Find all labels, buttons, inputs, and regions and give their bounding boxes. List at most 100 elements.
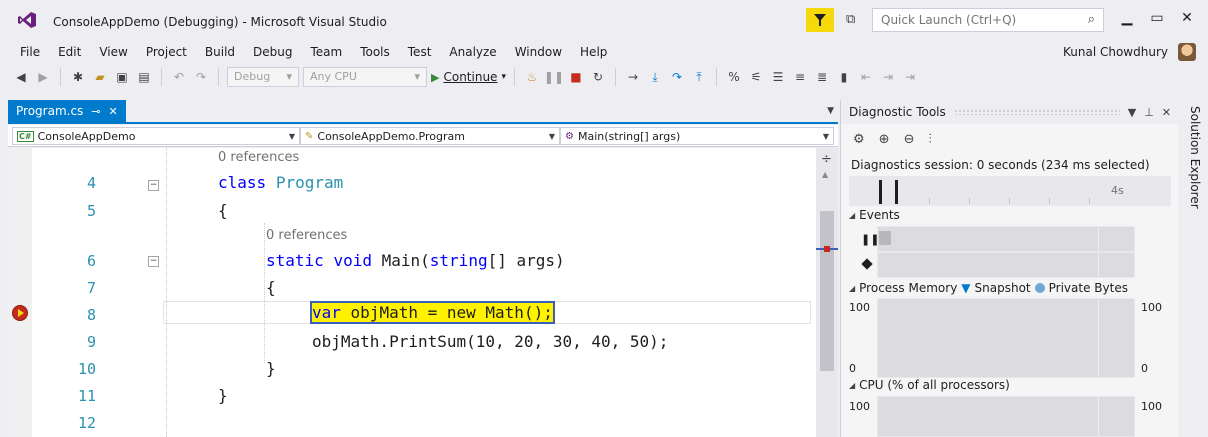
process-memory-header[interactable]: ◢ Process Memory ▼ Snapshot Private Byte… <box>849 281 1128 295</box>
menu-file[interactable]: File <box>0 41 50 63</box>
tab-program-cs[interactable]: Program.cs ⊸ ✕ <box>8 100 126 122</box>
new-project-icon[interactable]: ✱ <box>69 68 87 86</box>
break-events-track[interactable] <box>877 226 1135 252</box>
zoom-in-icon[interactable]: ⊕ <box>879 132 890 147</box>
close-window-button[interactable]: ✕ <box>1172 10 1202 30</box>
code-line-9[interactable]: objMath.PrintSum(10, 20, 30, 40, 50); <box>312 332 668 351</box>
chevron-down-icon[interactable]: ▼ <box>827 106 834 116</box>
next-bookmark-icon[interactable]: ⇥ <box>879 68 897 86</box>
scroll-thumb[interactable] <box>820 211 834 371</box>
notifications-flag-icon[interactable] <box>806 8 834 32</box>
member-dropdown[interactable]: ⚙ Main(string[] args) ▼ <box>560 127 834 145</box>
stop-icon[interactable]: ■ <box>567 68 585 86</box>
class-dropdown[interactable]: ✎ ConsoleAppDemo.Program ▼ <box>300 127 560 145</box>
continue-button[interactable]: ▶ Continue ▾ <box>431 70 506 84</box>
collapse-class-icon[interactable]: − <box>148 180 159 191</box>
glyph-margin[interactable] <box>8 148 32 437</box>
timeline-selection-end[interactable] <box>895 180 898 204</box>
step-into-icon[interactable]: ⤓ <box>646 68 664 86</box>
code-lens-references[interactable]: 0 references <box>218 150 299 165</box>
show-next-statement-icon[interactable]: → <box>624 68 642 86</box>
code-line-10[interactable]: } <box>266 359 276 378</box>
continue-label: Continue <box>443 70 498 84</box>
timeline-tick <box>929 198 930 204</box>
solution-explorer-tab[interactable]: Solution Explorer <box>1180 100 1208 437</box>
visual-studio-logo-icon <box>18 12 36 28</box>
timeline-selection-start[interactable] <box>879 180 882 204</box>
restart-icon[interactable]: ↻ <box>589 68 607 86</box>
comment-icon[interactable]: ≡ <box>791 68 809 86</box>
format-icon[interactable]: ☰ <box>769 68 787 86</box>
cpu-section-header[interactable]: ◢ CPU (% of all processors) <box>849 378 1010 392</box>
break-all-icon[interactable]: ❚❚ <box>544 68 564 86</box>
bookmark-icon[interactable]: ▮ <box>835 68 853 86</box>
menu-window[interactable]: Window <box>507 41 572 63</box>
configuration-dropdown[interactable]: Debug ▾ <box>227 67 299 87</box>
prev-bookmark-icon[interactable]: ⇤ <box>857 68 875 86</box>
hex-display-icon[interactable]: % <box>725 68 743 86</box>
settings-gear-icon[interactable]: ⚙ <box>853 132 865 147</box>
session-timeline[interactable]: 4s <box>849 176 1171 206</box>
collapse-triangle-icon: ◢ <box>849 283 856 293</box>
undo-icon[interactable]: ↶ <box>170 68 188 86</box>
close-icon[interactable]: ✕ <box>1162 106 1171 119</box>
menu-test[interactable]: Test <box>400 41 442 63</box>
back-icon[interactable]: ◀ <box>12 68 30 86</box>
code-line-8[interactable]: var objMath = new Math(); <box>310 301 555 324</box>
quick-launch-box[interactable]: ⌕ <box>872 8 1104 32</box>
menu-help[interactable]: Help <box>572 41 617 63</box>
code-line-11[interactable]: } <box>218 386 228 405</box>
code-editor[interactable]: − − 0 references 4 class Program 5 { 0 r… <box>8 148 816 437</box>
close-tab-icon[interactable]: ✕ <box>109 105 118 118</box>
project-dropdown[interactable]: C# ConsoleAppDemo ▼ <box>12 127 300 145</box>
code-line-7[interactable]: { <box>266 278 276 297</box>
open-file-icon[interactable]: ▰ <box>91 68 109 86</box>
save-icon[interactable]: ▣ <box>113 68 131 86</box>
uncomment-icon[interactable]: ≣ <box>813 68 831 86</box>
code-line-5[interactable]: { <box>218 201 228 220</box>
scroll-up-icon[interactable]: ▲ <box>822 170 828 179</box>
snapshot-triangle-icon: ▼ <box>961 281 971 295</box>
quick-launch-input[interactable] <box>873 9 1063 31</box>
minimize-button[interactable]: ▁ <box>1112 10 1142 30</box>
split-window-icon[interactable]: ÷ <box>821 152 832 167</box>
zoom-out-icon[interactable]: ⊖ <box>904 132 915 147</box>
avatar[interactable] <box>1178 43 1196 61</box>
connect-icon[interactable]: ⧉ <box>846 12 862 28</box>
redo-icon[interactable]: ↷ <box>192 68 210 86</box>
code-line-4[interactable]: class Program <box>218 173 343 192</box>
user-name[interactable]: Kunal Chowdhury <box>1063 45 1168 59</box>
step-over-icon[interactable]: ↷ <box>668 68 686 86</box>
menu-build[interactable]: Build <box>197 41 245 63</box>
platform-dropdown[interactable]: Any CPU ▾ <box>303 67 427 87</box>
drag-handle[interactable] <box>953 109 1120 115</box>
menu-project[interactable]: Project <box>138 41 197 63</box>
forward-icon[interactable]: ▶ <box>34 68 52 86</box>
code-line-6[interactable]: static void Main(string[] args) <box>266 251 565 270</box>
menu-debug[interactable]: Debug <box>245 41 302 63</box>
editor-scrollbar[interactable]: ÷ ▲ <box>816 148 838 437</box>
maximize-button[interactable]: ▭ <box>1142 10 1172 30</box>
process-memory-chart[interactable] <box>877 298 1135 378</box>
menu-team[interactable]: Team <box>302 41 352 63</box>
menu-analyze[interactable]: Analyze <box>441 41 506 63</box>
break-event-marker[interactable] <box>879 231 891 245</box>
step-out-icon[interactable]: ⤒ <box>690 68 708 86</box>
cpu-chart[interactable] <box>877 396 1135 437</box>
current-statement-breakpoint-icon[interactable] <box>12 305 28 321</box>
reset-view-icon[interactable]: ⫶ <box>928 132 931 147</box>
clear-bookmarks-icon[interactable]: ⇥ <box>901 68 919 86</box>
menu-tools[interactable]: Tools <box>352 41 400 63</box>
collapse-method-icon[interactable]: − <box>148 256 159 267</box>
pin-icon[interactable]: ⊸ <box>91 105 100 118</box>
menu-view[interactable]: View <box>91 41 137 63</box>
threads-icon[interactable]: ⚟ <box>747 68 765 86</box>
pin-icon[interactable]: ⊥ <box>1144 106 1154 119</box>
save-all-icon[interactable]: ▤ <box>135 68 153 86</box>
code-lens-references[interactable]: 0 references <box>266 228 347 243</box>
events-section-header[interactable]: ◢ Events <box>849 208 900 222</box>
intellitrace-events-track[interactable] <box>877 252 1135 278</box>
menu-edit[interactable]: Edit <box>50 41 91 63</box>
hot-reload-icon[interactable]: ♨ <box>523 68 541 86</box>
chevron-down-icon[interactable]: ▼ <box>1128 106 1136 119</box>
